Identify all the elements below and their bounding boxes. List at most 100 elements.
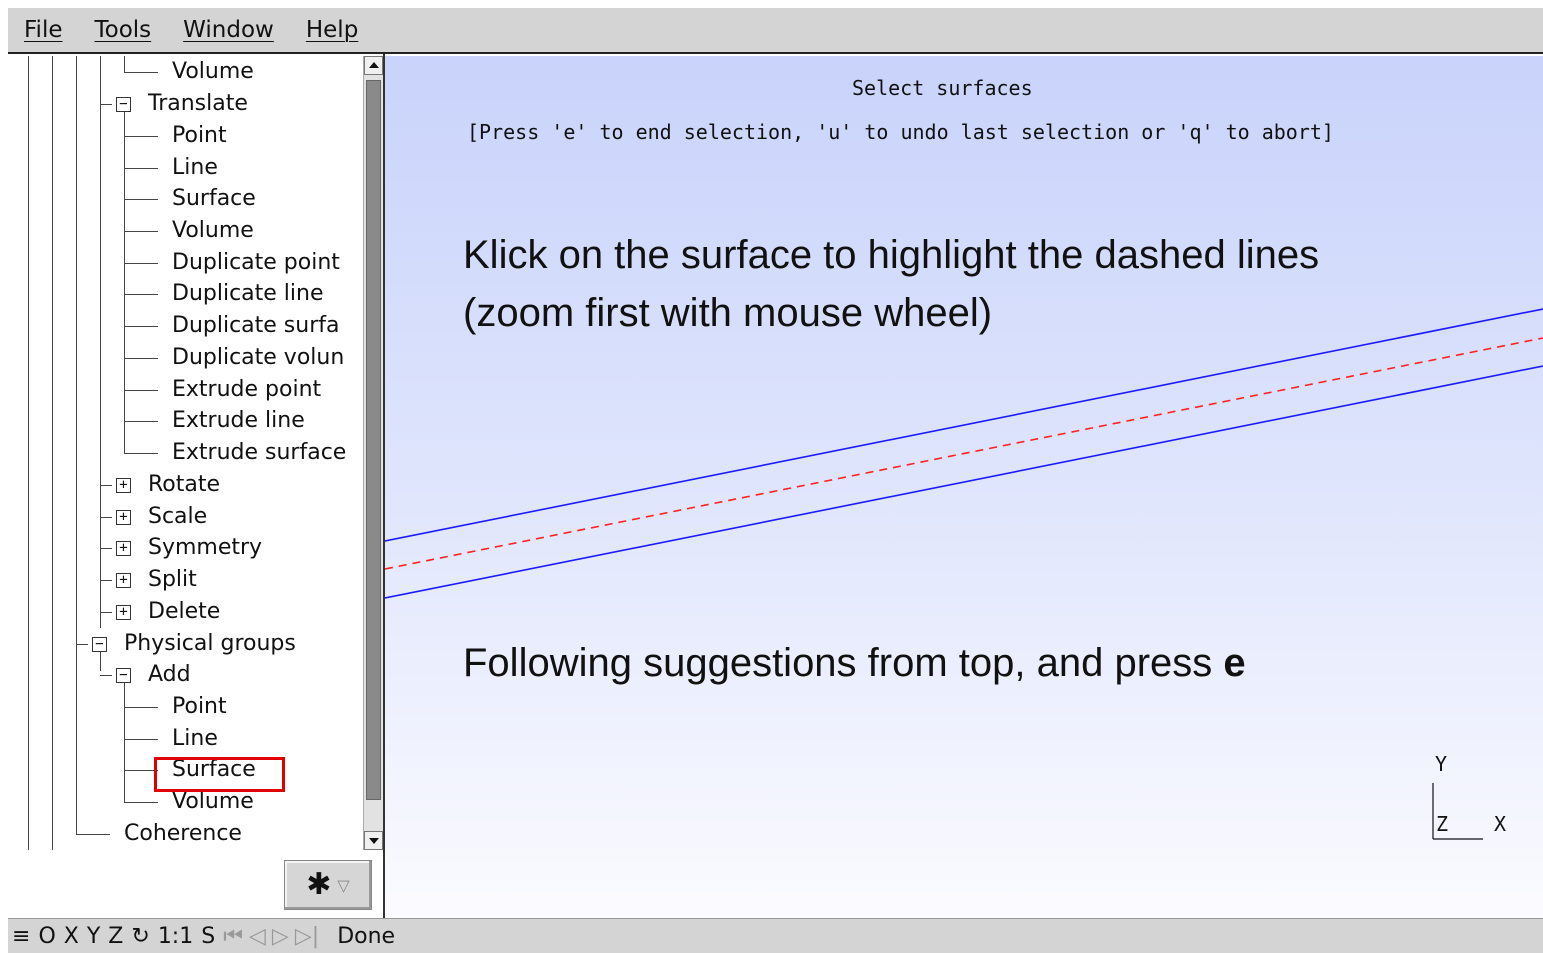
- tree-connector: [124, 802, 158, 803]
- annotation-click-surface: Klick on the surface to highlight the da…: [463, 233, 1320, 335]
- gear-icon: ✱: [306, 867, 332, 902]
- tree-guide-line: [76, 56, 77, 834]
- prompt-hint: [Press 'e' to end selection, 'u' to undo…: [467, 120, 1334, 144]
- scroll-down-arrow-icon[interactable]: [364, 831, 383, 850]
- tree-item-delete[interactable]: Delete: [148, 598, 220, 626]
- menu-bar: File Tools Window Help: [8, 8, 1543, 54]
- tree-guide-line: [124, 56, 125, 72]
- tree-connector: [124, 326, 158, 327]
- rotate-icon[interactable]: ↻: [131, 924, 149, 949]
- tree-item-translate-line[interactable]: Line: [172, 154, 218, 182]
- tree-item-translate[interactable]: Translate: [148, 90, 248, 118]
- tree-item-add[interactable]: Add: [148, 661, 191, 689]
- tree-item-duplicate-line[interactable]: Duplicate line: [172, 280, 324, 308]
- tree-connector: [124, 453, 158, 454]
- s-button[interactable]: S: [201, 924, 215, 949]
- tree-connector: [124, 358, 158, 359]
- collapse-toggle-add[interactable]: −: [116, 668, 131, 683]
- solid-line-bottom[interactable]: [385, 365, 1543, 599]
- scroll-up-arrow-icon[interactable]: [364, 56, 383, 75]
- tree-item-duplicate-surface[interactable]: Duplicate surfa: [172, 312, 339, 340]
- tree-connector: [124, 263, 158, 264]
- tree-connector: [124, 72, 158, 73]
- tree-footer: ✱ ▽: [8, 850, 384, 918]
- scale-button[interactable]: 1:1: [158, 924, 193, 949]
- view-y-button[interactable]: Y: [87, 924, 100, 949]
- options-gear-button[interactable]: ✱ ▽: [284, 860, 372, 910]
- tree-connector: [124, 199, 158, 200]
- tree-item-add-point[interactable]: Point: [172, 693, 227, 721]
- collapse-toggle-translate[interactable]: −: [116, 97, 131, 112]
- tree-guide-line: [100, 651, 101, 671]
- collapse-toggle-physical-groups[interactable]: −: [92, 637, 107, 652]
- tree-connector: [100, 580, 112, 581]
- tree-item-coherence[interactable]: Coherence: [124, 820, 242, 848]
- next-step-icon[interactable]: ▷|: [295, 924, 319, 949]
- menu-file[interactable]: File: [24, 17, 63, 43]
- tree-guide-line: [124, 112, 125, 454]
- tree-item-duplicate-point[interactable]: Duplicate point: [172, 249, 340, 277]
- status-bar: ≡ O X Y Z ↻ 1:1 S ⏮ ◁ ▷ ▷| Done: [8, 918, 1543, 953]
- graphics-viewport[interactable]: Select surfaces [Press 'e' to end select…: [385, 56, 1543, 918]
- axis-label-y: Y: [1435, 752, 1448, 776]
- tree-connector: [100, 675, 112, 676]
- tree-connector: [100, 517, 112, 518]
- tree-connector: [100, 612, 112, 613]
- tree-item-add-volume[interactable]: Volume: [172, 788, 254, 816]
- menu-help[interactable]: Help: [306, 17, 358, 43]
- dropdown-arrow-icon: ▽: [337, 875, 350, 895]
- prev-step-icon[interactable]: ◁: [249, 924, 266, 949]
- first-step-icon[interactable]: ⏮: [223, 924, 243, 949]
- tree-connector: [76, 834, 110, 835]
- tree-item-translate-volume[interactable]: Volume: [172, 217, 254, 245]
- expand-toggle-delete[interactable]: +: [116, 605, 131, 620]
- tree-item-translate-surface[interactable]: Surface: [172, 185, 256, 213]
- view-z-button[interactable]: Z: [108, 924, 123, 949]
- tree-connector: [124, 136, 158, 137]
- expand-toggle-symmetry[interactable]: +: [116, 541, 131, 556]
- tree-connector: [124, 739, 158, 740]
- tree-item-add-line[interactable]: Line: [172, 725, 218, 753]
- tree-connector: [124, 168, 158, 169]
- annotation-press-e: Following suggestions from top, and pres…: [463, 634, 1246, 692]
- expand-toggle-split[interactable]: +: [116, 573, 131, 588]
- play-icon[interactable]: ▷: [272, 924, 289, 949]
- tree-item-split[interactable]: Split: [148, 566, 197, 594]
- tree-item-extrude-line[interactable]: Extrude line: [172, 407, 305, 435]
- expand-toggle-rotate[interactable]: +: [116, 478, 131, 493]
- expand-toggle-scale[interactable]: +: [116, 510, 131, 525]
- tree-item-duplicate-volume[interactable]: Duplicate volun: [172, 344, 344, 372]
- tree-connector: [124, 390, 158, 391]
- solid-line-top[interactable]: [385, 308, 1543, 542]
- tree-item-volume[interactable]: Volume: [172, 58, 254, 86]
- annotation-key-e: e: [1223, 641, 1246, 685]
- tree-item-extrude-surface[interactable]: Extrude surface: [172, 439, 346, 467]
- tree-item-symmetry[interactable]: Symmetry: [148, 534, 262, 562]
- tree-connector: [124, 294, 158, 295]
- tree-guide-line: [52, 56, 53, 850]
- tree-scrollbar[interactable]: [363, 56, 383, 850]
- tree-item-scale[interactable]: Scale: [148, 503, 207, 531]
- tree-connector: [100, 548, 112, 549]
- dashed-line-middle[interactable]: [385, 337, 1543, 570]
- tree-item-physical-groups[interactable]: Physical groups: [124, 630, 296, 658]
- tree-connector: [124, 421, 158, 422]
- tree-guide-line: [124, 683, 125, 802]
- tree-guide-line: [28, 56, 29, 850]
- menu-icon[interactable]: ≡: [12, 924, 30, 949]
- tree-connector: [124, 231, 158, 232]
- axis-label-z: Z: [1436, 812, 1449, 836]
- menu-tools[interactable]: Tools: [95, 17, 152, 43]
- menu-window[interactable]: Window: [183, 17, 274, 43]
- surface-highlight-box: [154, 757, 285, 792]
- view-x-button[interactable]: X: [64, 924, 79, 949]
- tree-item-extrude-point[interactable]: Extrude point: [172, 376, 321, 404]
- scrollbar-thumb[interactable]: [366, 80, 381, 800]
- tree-connector: [100, 485, 112, 486]
- tree-item-rotate[interactable]: Rotate: [148, 471, 220, 499]
- view-origin-button[interactable]: O: [38, 924, 55, 949]
- geometry-canvas[interactable]: [385, 56, 1543, 918]
- axis-label-x: X: [1494, 812, 1507, 836]
- tree-item-translate-point[interactable]: Point: [172, 122, 227, 150]
- prompt-title: Select surfaces: [852, 76, 1033, 100]
